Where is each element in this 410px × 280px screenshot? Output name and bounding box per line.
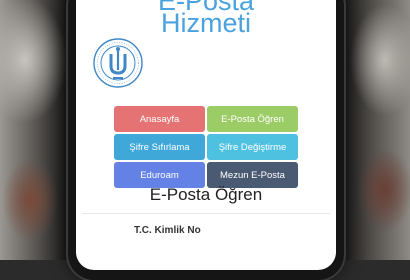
phone-screen: E-Posta Hizmeti Anasayfa E-Posta Öğren Ş… xyxy=(76,0,336,270)
learn-email-button[interactable]: E-Posta Öğren xyxy=(207,106,298,132)
change-password-button[interactable]: Şifre Değiştirme xyxy=(207,134,298,160)
home-button[interactable]: Anasayfa xyxy=(114,106,205,132)
reset-password-button[interactable]: Şifre Sıfırlama xyxy=(114,134,205,160)
university-seal-icon xyxy=(93,38,143,88)
menu-grid: Anasayfa E-Posta Öğren Şifre Sıfırlama Ş… xyxy=(114,106,298,188)
section-title: E-Posta Öğren xyxy=(149,185,263,204)
phone-frame: E-Posta Hizmeti Anasayfa E-Posta Öğren Ş… xyxy=(68,0,344,280)
divider xyxy=(82,213,330,214)
tc-id-label: T.C. Kimlik No xyxy=(134,225,201,236)
app-title-line2: Hizmeti xyxy=(160,8,251,38)
